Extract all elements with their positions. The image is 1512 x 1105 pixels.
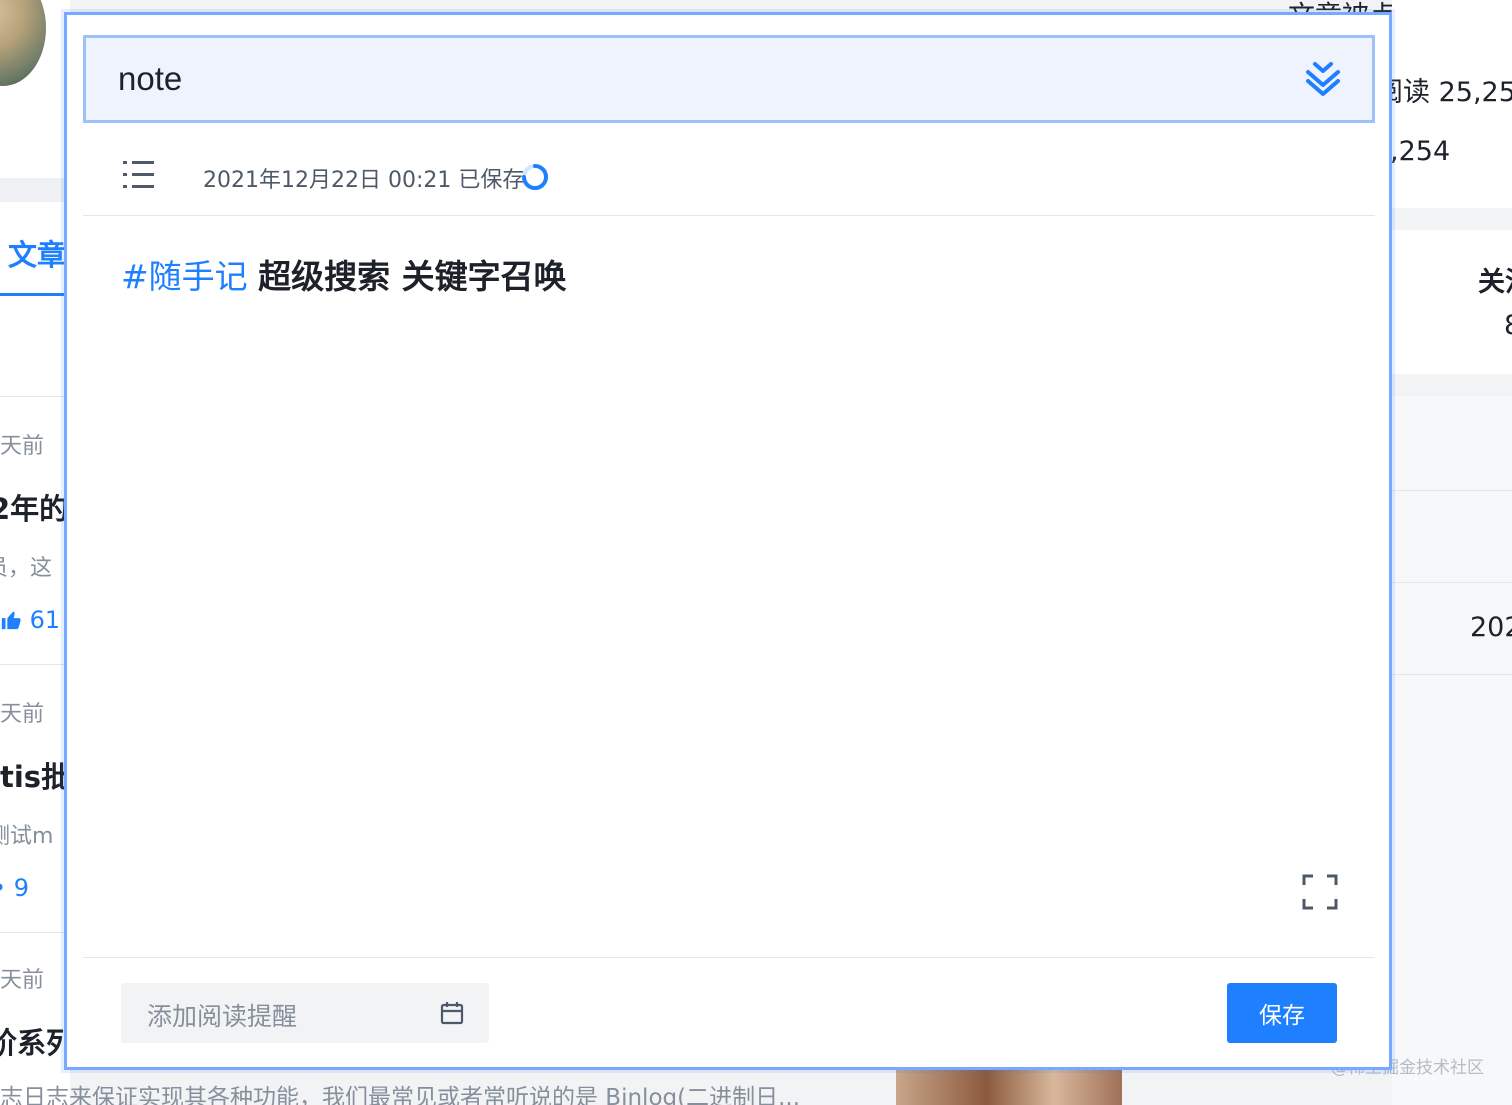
post-like-count: 61 [29,606,61,634]
year-label: 202 [1470,612,1512,643]
list-menu-icon [123,161,154,188]
list-divider [0,396,70,397]
note-editor[interactable]: #随手记 超级搜索 关键字召唤 [121,253,1341,853]
fullscreen-button[interactable] [1301,873,1339,911]
post-time: 天前 [0,968,45,993]
header-divider [83,215,1375,216]
footer-divider [83,957,1375,958]
row-divider [1392,674,1512,675]
post-like[interactable]: • 9 [0,874,29,902]
thumb-up-icon [1,611,21,630]
post-summary: 测试m [0,824,54,849]
reading-reminder-picker[interactable]: 添加阅读提醒 [121,983,489,1043]
note-meta-row: 2021年12月22日 00:21 已保存 [83,147,1375,215]
tab-articles-underline [0,293,66,296]
collapse-button[interactable] [1300,58,1346,98]
loading-spinner-icon [521,163,549,191]
editor-line: #随手记 超级搜索 关键字召唤 [121,253,1341,301]
save-button[interactable]: 保存 [1227,983,1337,1043]
post-title[interactable]: 2年的 [0,486,68,528]
save-status: 2021年12月22日 00:21 已保存 [203,168,525,193]
note-title[interactable]: note [118,60,182,98]
post-title[interactable]: tis批 [0,754,70,796]
reminder-placeholder: 添加阅读提醒 [147,1002,298,1031]
fullscreen-icon [1302,874,1338,910]
note-title-bar[interactable]: note [83,35,1375,123]
post-like-count: 9 [13,874,30,902]
stat-third: ,254 [1392,136,1451,167]
follow-count: 8 [1504,310,1512,341]
follow-label[interactable]: 关注 [1478,260,1512,299]
post-title[interactable]: 阶系列 [0,1020,70,1062]
post-like[interactable]: 61 [0,606,60,634]
row-divider [1392,490,1512,491]
calendar-card: 202 [1392,396,1512,1105]
post-time: 天前 [0,434,45,459]
section-separator [0,178,70,202]
stat-reads: 阅读 25,25 [1392,77,1512,108]
row-divider [1392,582,1512,583]
double-chevron-down-icon [1306,62,1340,96]
tab-articles[interactable]: 文章 [8,232,66,274]
post-summary-bottom: 志日志来保证实现其各种功能，我们最常见或者常听说的是 Binlog(二进制日..… [0,1085,801,1105]
note-tag[interactable]: #随手记 [121,257,248,296]
list-divider [0,932,70,933]
stats-card: 阅读 25,25 ,254 [1392,0,1512,208]
post-summary: 员，这 [0,556,53,581]
avatar [0,0,46,86]
background-left-column: 文章 天前 2年的 员，这 61 天前 tis批 测试m • 9 天前 阶系列 [0,0,70,1105]
menu-button[interactable] [121,157,157,193]
post-time: 天前 [0,702,45,727]
list-divider [0,664,70,665]
note-modal: note 2021年12月22日 00:21 已保存 #随手记 超级搜索 关键字… [64,12,1392,1070]
background-right-column: 阅读 25,25 ,254 关注 8 202 [1392,0,1512,1105]
note-content: 超级搜索 关键字召唤 [258,257,567,296]
calendar-icon [440,1002,464,1025]
follow-card: 关注 8 [1392,230,1512,566]
post-thumbnail[interactable] [896,1068,1122,1105]
